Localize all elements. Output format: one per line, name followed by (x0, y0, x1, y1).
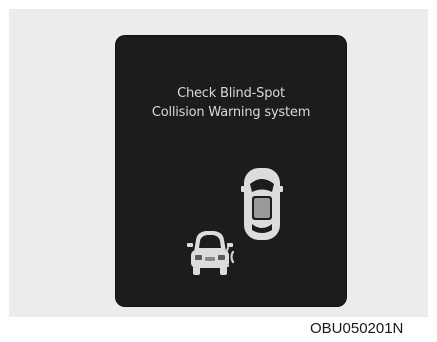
cluster-display: Check Blind-Spot Collision Warning syste… (116, 36, 346, 306)
figure-frame: Check Blind-Spot Collision Warning syste… (0, 0, 437, 342)
warning-line-2: Collision Warning system (151, 105, 311, 120)
figure-code: OBU050201N (310, 320, 404, 337)
blind-spot-illustration (187, 168, 283, 275)
warning-line-1: Check Blind-Spot (177, 86, 285, 101)
car-front-view-icon (187, 231, 233, 275)
warning-message: Check Blind-Spot Collision Warning syste… (116, 84, 346, 122)
car-top-view-icon (241, 168, 283, 240)
